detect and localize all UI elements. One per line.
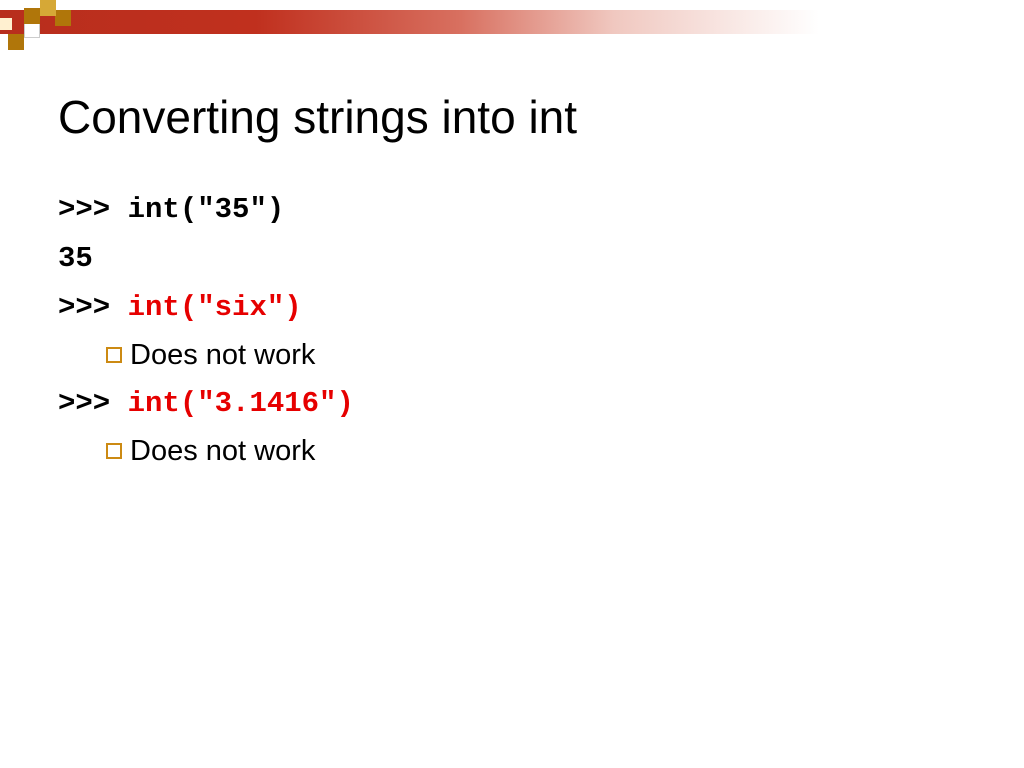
prompt-text: >>> [58,193,110,226]
code-text-error: int("3.1416") [128,387,354,420]
deco-square [40,0,56,16]
bullet-text: Does not work [130,429,315,474]
deco-square [8,34,24,50]
slide-title: Converting strings into int [58,90,984,144]
header-squares-decoration [0,0,80,50]
code-text-error: int("six") [128,291,302,324]
slide-content: Converting strings into int >>> int("35"… [58,90,984,476]
bullet-line-1: Does not work [106,333,984,378]
code-line-2: >>> int("six") [58,284,984,331]
deco-square [0,18,12,30]
spacer [110,387,127,420]
bullet-line-2: Does not work [106,429,984,474]
deco-square [24,22,40,38]
square-bullet-icon [106,347,122,363]
deco-square [55,10,71,26]
prompt-text: >>> [58,387,110,420]
code-text: int("35") [110,193,284,226]
output-line-1: 35 [58,235,984,282]
output-text: 35 [58,242,93,275]
code-line-3: >>> int("3.1416") [58,380,984,427]
header-gradient-bar [0,10,1024,34]
deco-square [24,8,40,24]
slide-body: >>> int("35") 35 >>> int("six") Does not… [58,186,984,474]
spacer [110,291,127,324]
square-bullet-icon [106,443,122,459]
slide-header-decoration [0,0,1024,50]
code-line-1: >>> int("35") [58,186,984,233]
bullet-text: Does not work [130,333,315,378]
prompt-text: >>> [58,291,110,324]
